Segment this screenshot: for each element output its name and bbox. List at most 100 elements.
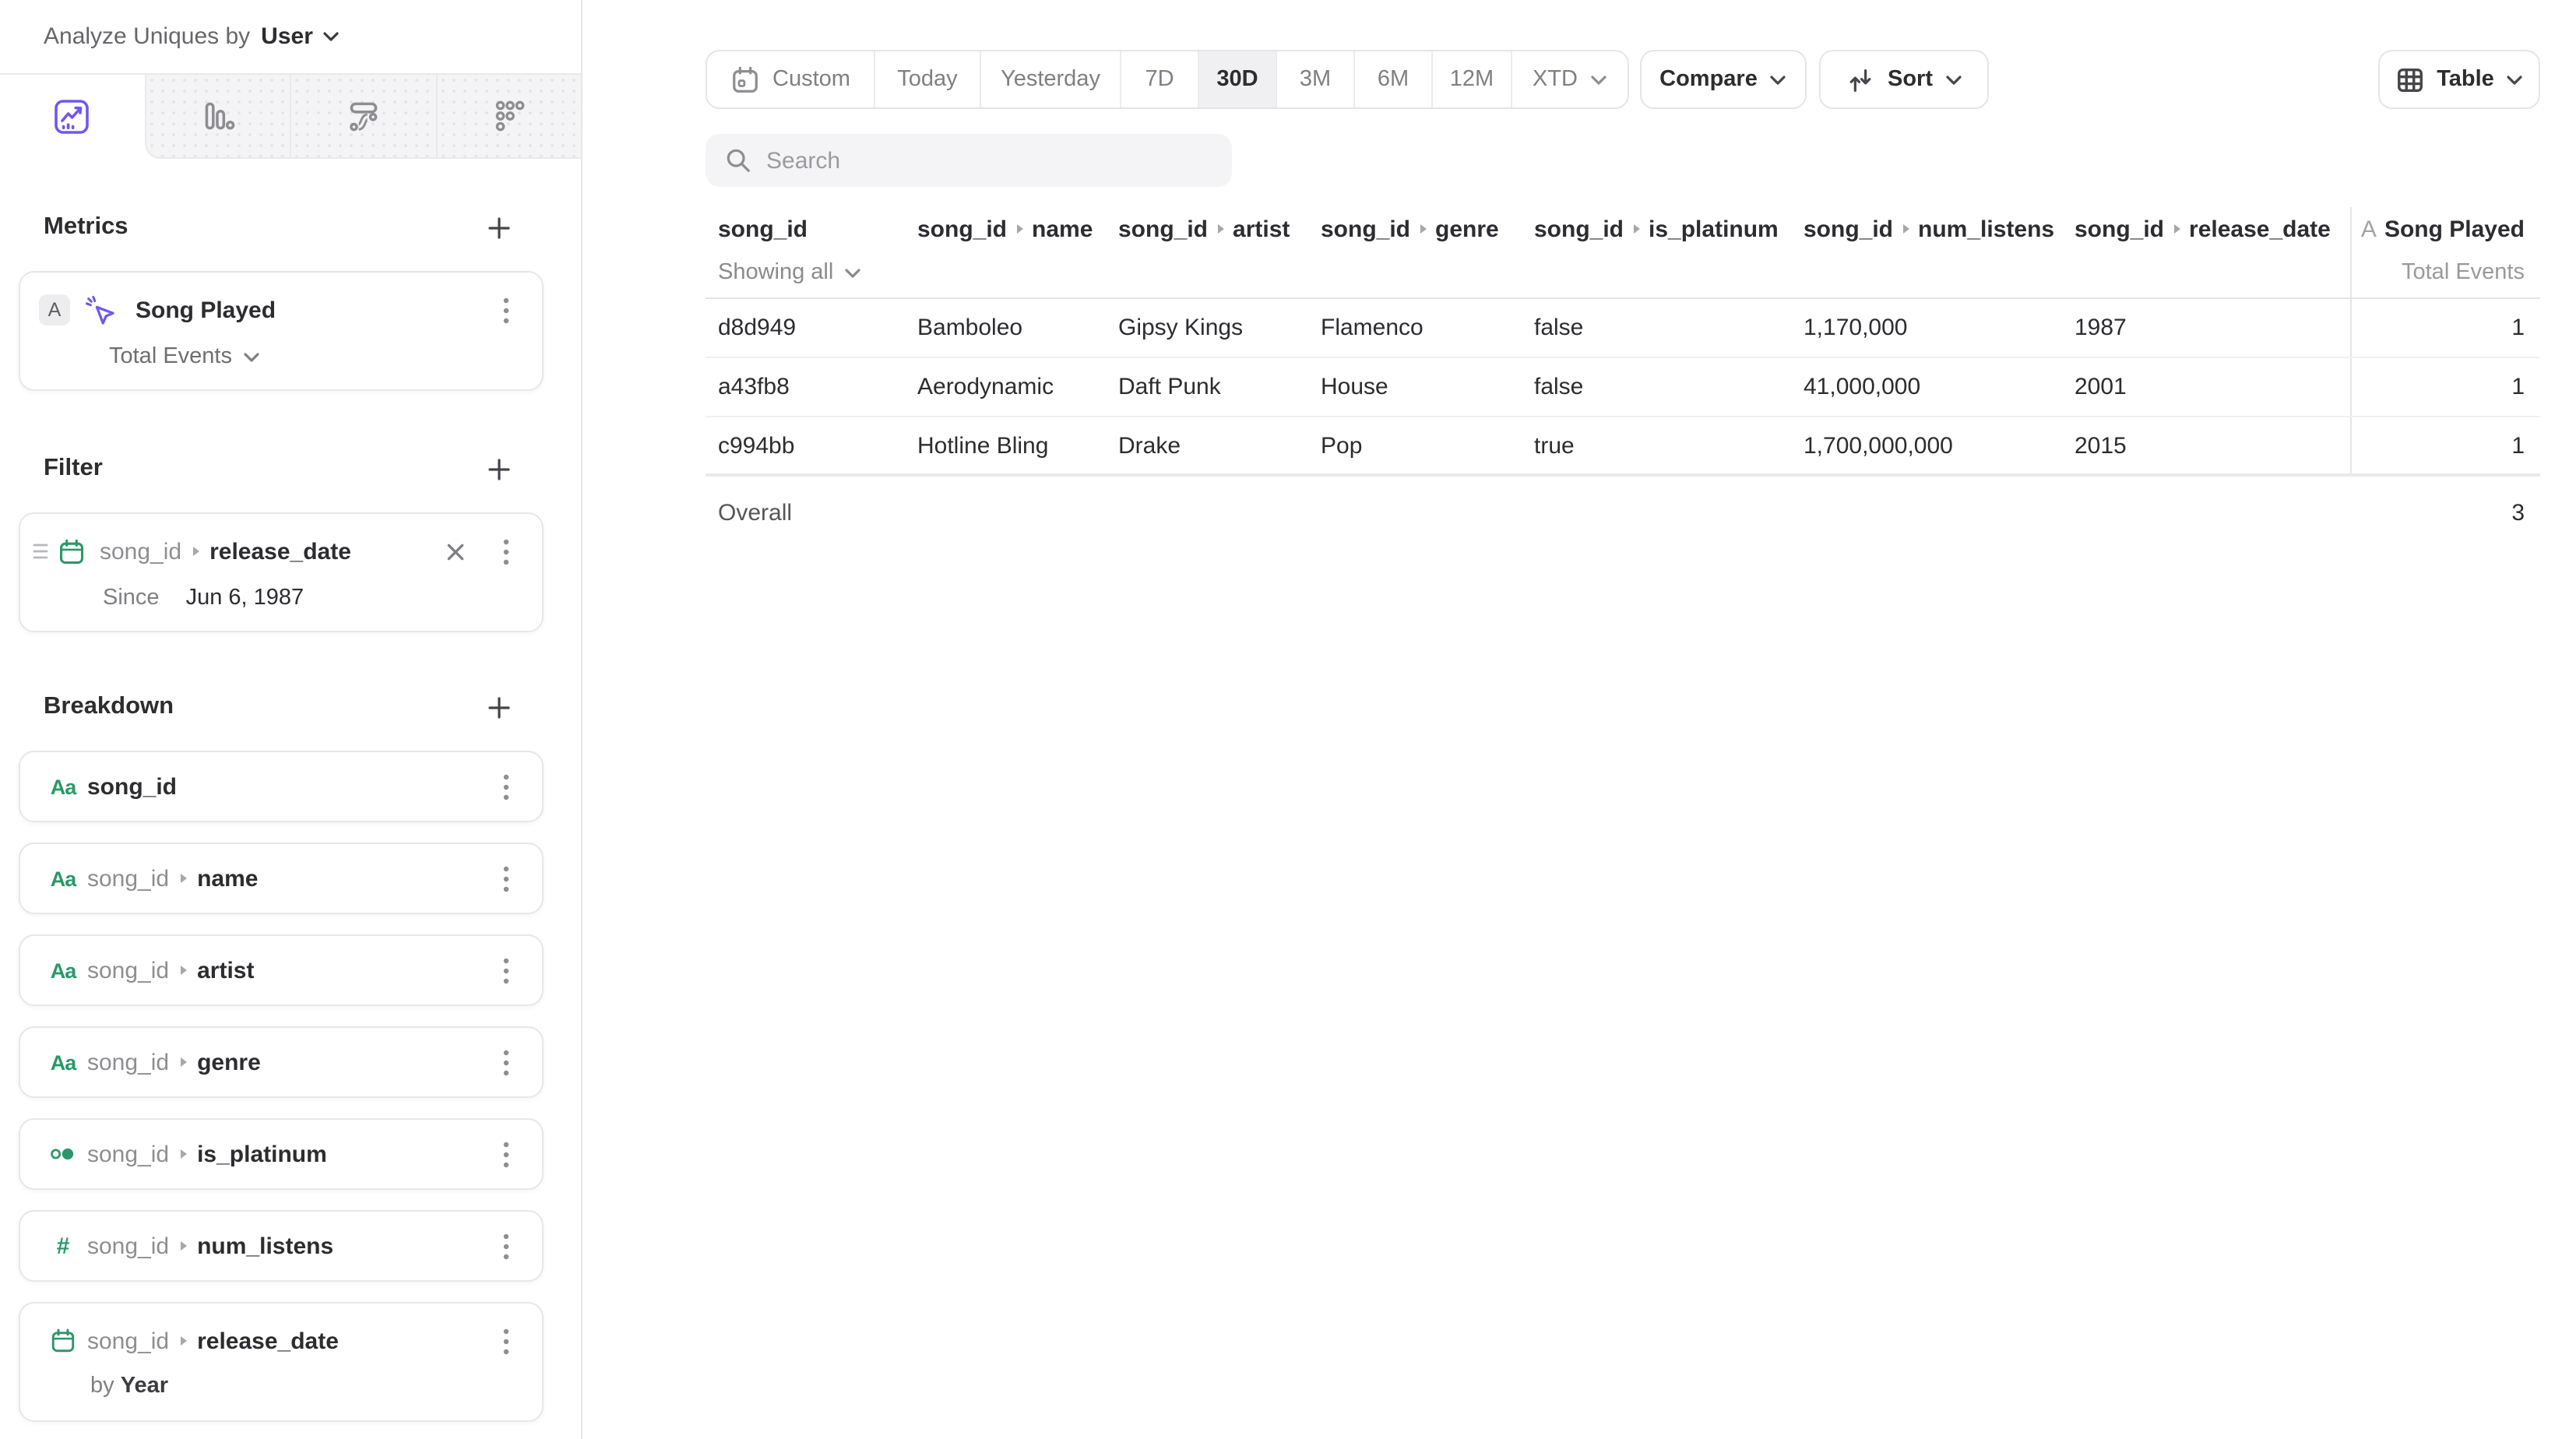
table-row[interactable]: a43fb8AerodynamicDaft PunkHousefalse41,0… [706, 358, 2540, 417]
showing-all-dropdown[interactable]: Showing all [718, 257, 861, 288]
table-cell: Hotline Bling [905, 432, 1106, 459]
tab-flows[interactable] [290, 75, 435, 159]
date-range-30d[interactable]: 30D [1198, 51, 1276, 107]
property-caret-icon [180, 1336, 186, 1346]
column-property: genre [1435, 215, 1499, 246]
kebab-menu-icon[interactable] [492, 297, 520, 323]
drag-handle-icon[interactable] [33, 542, 48, 561]
column-title: song_id [718, 216, 808, 243]
column-header-release_date[interactable]: song_id release_date [2062, 207, 2350, 297]
date-range-label: Custom [772, 67, 850, 92]
column-header-artist[interactable]: song_idartist [1106, 207, 1308, 297]
column-property: release_date [2189, 215, 2331, 246]
bar-chart-icon [199, 97, 238, 135]
search-input[interactable] [766, 147, 1213, 174]
table-search[interactable] [706, 134, 1232, 187]
date-range-custom[interactable]: Custom [707, 51, 874, 107]
date-range-12m[interactable]: 12M [1431, 51, 1511, 107]
breakdown-modifier[interactable]: by Year [90, 1374, 520, 1399]
add-metric-button[interactable] [481, 210, 516, 245]
metric-value-cell: 1 [2350, 358, 2540, 416]
chevron-down-icon [1945, 74, 1962, 85]
breakdown-row: Aasong_idgenre [50, 1042, 520, 1082]
kebab-menu-icon[interactable] [492, 1049, 520, 1075]
kebab-menu-icon[interactable] [492, 865, 520, 892]
kebab-menu-icon[interactable] [492, 1141, 520, 1167]
date-range-xtd[interactable]: XTD [1511, 51, 1628, 107]
metric-column-header[interactable]: ASong Played Total Events [2350, 207, 2540, 297]
date-range-yesterday[interactable]: Yesterday [980, 51, 1120, 107]
table-row[interactable]: c994bbHotline BlingDrakePoptrue1,700,000… [706, 417, 2540, 477]
date-range-label: 6M [1378, 67, 1409, 92]
breakdown-row: Aasong_idartist [50, 950, 520, 990]
analysis-unit-dropdown[interactable]: User [261, 23, 340, 50]
breakdown-item-song_id[interactable]: Aasong_id [19, 751, 544, 822]
date-range-6m[interactable]: 6M [1353, 51, 1431, 107]
property-caret-icon [180, 1241, 186, 1251]
column-header-is_platinum[interactable]: song_idis_platinum [1522, 207, 1791, 297]
kebab-menu-icon[interactable] [492, 1233, 520, 1259]
tab-funnel[interactable] [435, 75, 581, 159]
visualization-tabs [0, 73, 581, 159]
results-table: song_id Showing all song_idnamesong_idarti… [706, 207, 2540, 548]
filter-item[interactable]: song_id release_date Since Jun 6, 1987 [19, 512, 544, 632]
table-row[interactable]: d8d949BamboleoGipsy KingsFlamencofalse1,… [706, 299, 2540, 358]
kebab-menu-icon[interactable] [492, 538, 520, 565]
boolean-icon [50, 1143, 76, 1165]
property-caret-icon [1633, 224, 1639, 234]
breakdown-parent: song_id [87, 1233, 169, 1259]
view-type-button[interactable]: Table [2378, 50, 2540, 109]
filter-section-header: Filter [44, 452, 516, 486]
breakdown-row: Aasong_idname [50, 858, 520, 899]
column-parent: song_id [2075, 215, 2164, 246]
flows-icon [344, 97, 383, 135]
aggregation-dropdown[interactable]: Total Events [109, 344, 260, 369]
add-filter-button[interactable] [481, 452, 516, 486]
table-cell: 1,170,000 [1791, 315, 2062, 341]
table-cell: d8d949 [706, 315, 905, 341]
column-header-num_listens[interactable]: song_idnum_listens [1791, 207, 2062, 297]
breakdown-item-is_platinum[interactable]: song_idis_platinum [19, 1118, 544, 1190]
add-breakdown-button[interactable] [481, 690, 516, 724]
tab-bar-chart[interactable] [144, 75, 290, 159]
breakdown-item-release_date[interactable]: song_idrelease_dateby Year [19, 1302, 544, 1422]
chevron-down-icon [844, 267, 861, 278]
metric-item[interactable]: A Song Played Total Events [19, 271, 544, 391]
date-range-3m[interactable]: 3M [1276, 51, 1353, 107]
number-icon: # [50, 1233, 76, 1259]
kebab-menu-icon[interactable] [492, 957, 520, 983]
date-range-7d[interactable]: 7D [1120, 51, 1198, 107]
filter-value[interactable]: Jun 6, 1987 [186, 586, 304, 610]
table-cell: Aerodynamic [905, 374, 1106, 400]
kebab-menu-icon[interactable] [492, 1328, 520, 1354]
filter-condition: Since Jun 6, 1987 [103, 586, 520, 610]
sort-button[interactable]: Sort [1819, 50, 1989, 109]
breakdown-item-genre[interactable]: Aasong_idgenre [19, 1026, 544, 1098]
breakdown-property: genre [197, 1049, 261, 1075]
metric-value-cell: 1 [2350, 299, 2540, 357]
property-caret-icon [180, 1149, 186, 1159]
column-parent: song_id [1118, 215, 1208, 246]
property-caret-icon [1902, 224, 1909, 234]
table-header-row: song_id Showing all song_idnamesong_idarti… [706, 207, 2540, 299]
table-cell: 2001 [2062, 374, 2350, 400]
breakdown-item-num_listens[interactable]: #song_idnum_listens [19, 1210, 544, 1282]
date-range-today[interactable]: Today [874, 51, 980, 107]
remove-filter-icon[interactable] [445, 541, 466, 561]
chevron-down-icon [243, 351, 260, 362]
column-header-name[interactable]: song_idname [905, 207, 1106, 297]
table-cell: Flamenco [1308, 315, 1522, 341]
column-header-song_id[interactable]: song_id Showing all [706, 207, 905, 297]
search-icon [724, 146, 752, 174]
column-header-genre[interactable]: song_idgenre [1308, 207, 1522, 297]
breakdown-item-artist[interactable]: Aasong_idartist [19, 934, 544, 1006]
compare-button[interactable]: Compare [1640, 50, 1807, 109]
tab-insights[interactable] [0, 75, 144, 159]
breakdown-item-name[interactable]: Aasong_idname [19, 843, 544, 914]
property-caret-icon [1420, 224, 1426, 234]
kebab-menu-icon[interactable] [492, 773, 520, 800]
compare-label: Compare [1659, 67, 1758, 92]
metrics-title: Metrics [44, 213, 128, 241]
chevron-down-icon [2507, 74, 2524, 85]
filter-operator[interactable]: Since [103, 586, 160, 610]
